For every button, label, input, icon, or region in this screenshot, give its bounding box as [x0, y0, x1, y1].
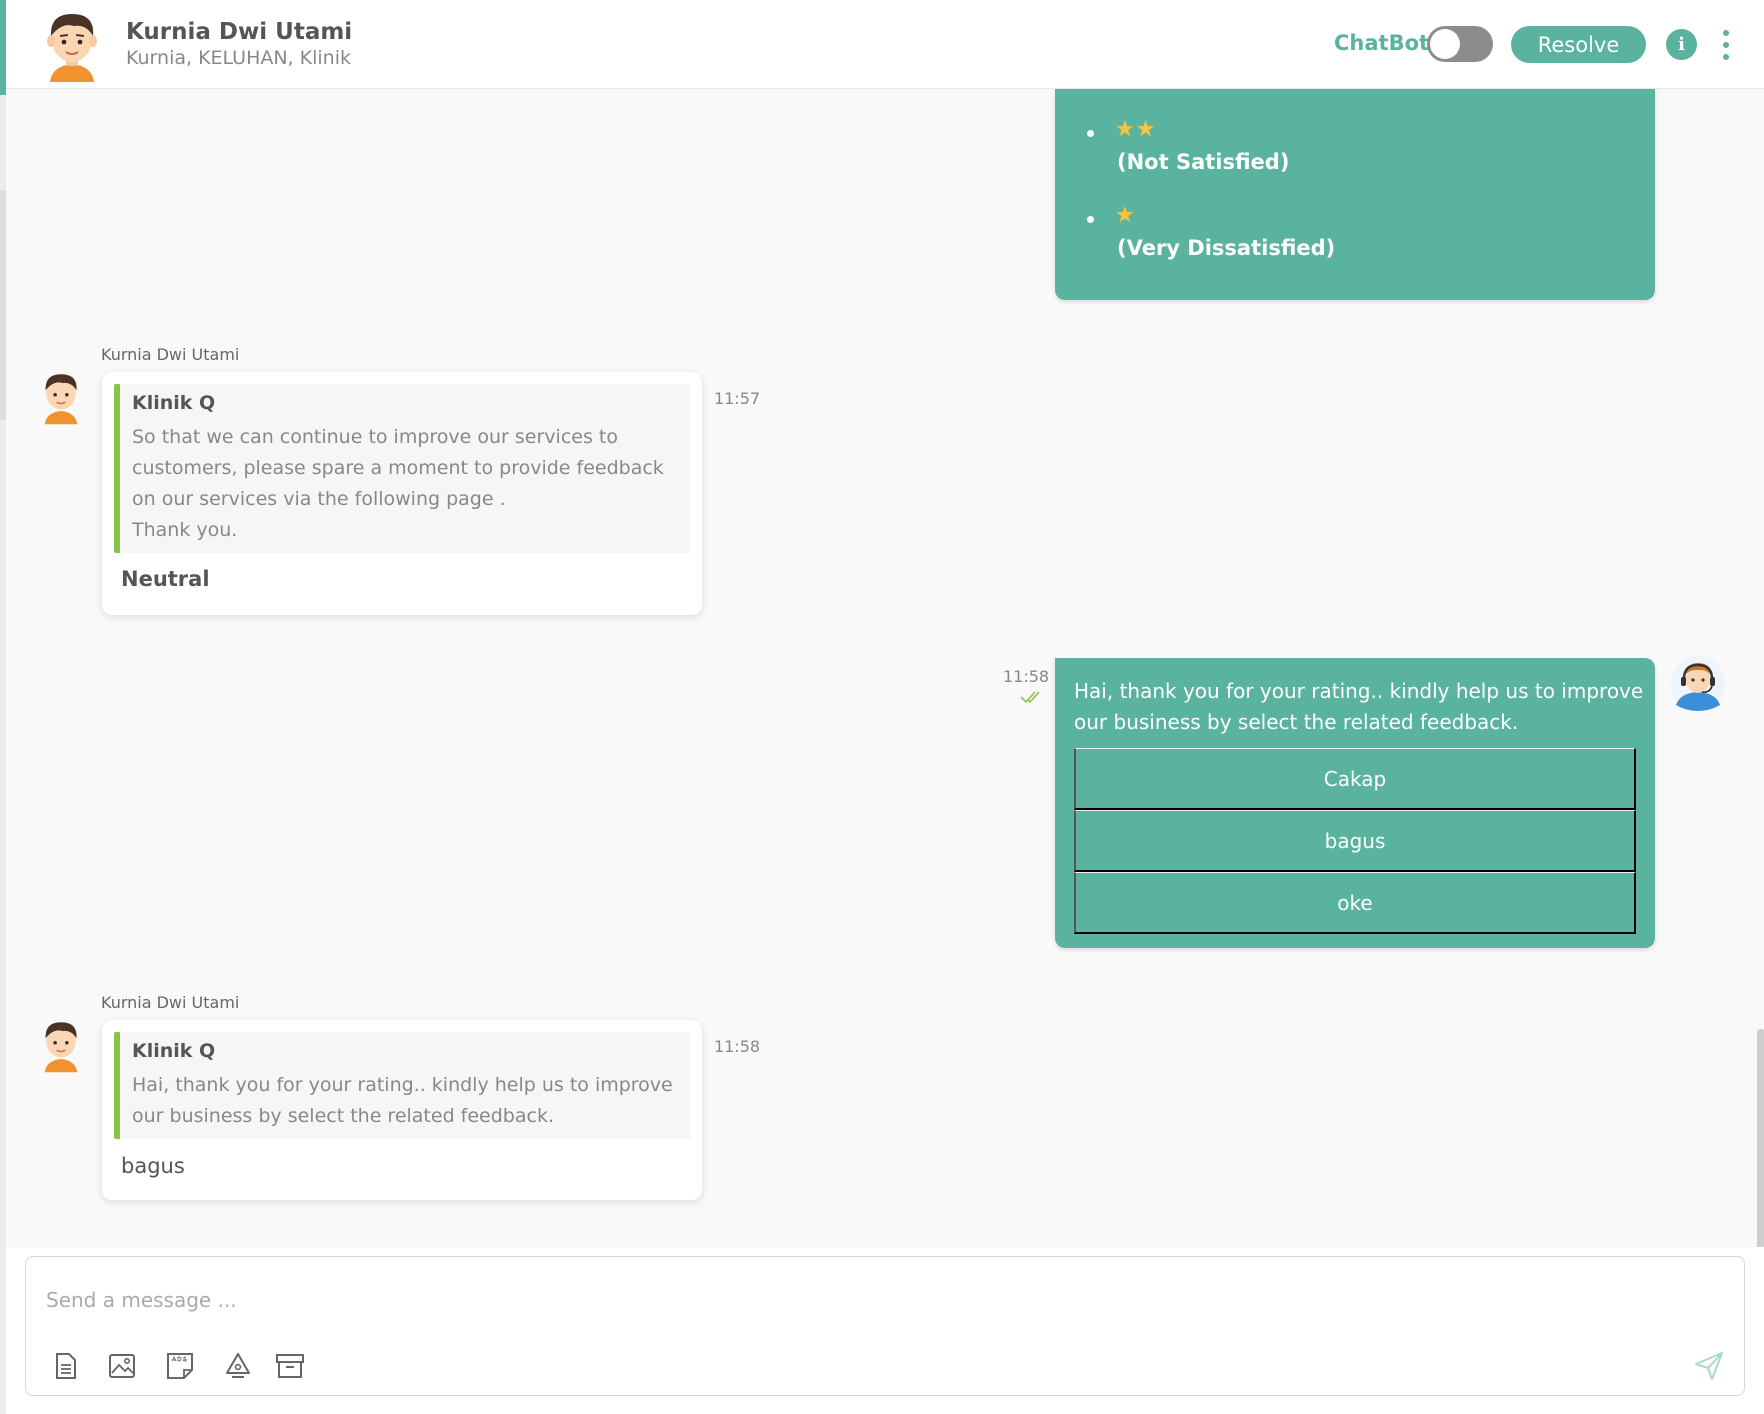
feedback-option-bagus[interactable]: bagus: [1074, 810, 1636, 872]
toggle-knob: [1430, 29, 1460, 59]
contact-subtitle: Kurnia, KELUHAN, Klinik: [126, 47, 352, 69]
incoming-message: Klinik Q So that we can continue to impr…: [102, 372, 702, 615]
rating-label: (Very Dissatisfied): [1117, 236, 1336, 260]
quote-title: Klinik Q: [132, 392, 216, 414]
bullet: [1087, 130, 1094, 137]
contact-avatar-small: [44, 374, 78, 425]
message-composer: [25, 1256, 1745, 1396]
feedback-option-cakap[interactable]: Cakap: [1074, 748, 1636, 810]
read-check-icon: [1020, 691, 1040, 704]
chat-header: Kurnia Dwi Utami Kurnia, KELUHAN, Klinik…: [6, 0, 1764, 89]
sender-name: Kurnia Dwi Utami: [101, 993, 240, 1012]
bullet: [1087, 216, 1094, 223]
reply-text: Neutral: [121, 567, 210, 591]
quoted-message[interactable]: Klinik Q Hai, thank you for your rating.…: [114, 1032, 690, 1139]
resolve-button[interactable]: Resolve: [1511, 26, 1646, 63]
image-icon[interactable]: [105, 1349, 139, 1383]
quote-text: So that we can continue to improve our s…: [132, 426, 664, 541]
document-icon[interactable]: [48, 1349, 82, 1383]
message-time: 11:58: [714, 1037, 761, 1056]
reply-text: bagus: [121, 1154, 185, 1178]
archive-icon[interactable]: [273, 1349, 307, 1383]
outgoing-message: Hai, thank you for your rating.. kindly …: [1055, 658, 1655, 948]
sender-name: Kurnia Dwi Utami: [101, 345, 240, 364]
message-input[interactable]: [46, 1283, 1666, 1317]
star-icon: ★★: [1115, 117, 1157, 142]
message-time: 11:57: [714, 389, 761, 408]
contact-name: Kurnia Dwi Utami: [126, 19, 353, 45]
quote-text: Hai, thank you for your rating.. kindly …: [132, 1074, 673, 1127]
chat-scrollbar[interactable]: [1757, 1029, 1764, 1247]
more-options-icon[interactable]: [1718, 28, 1734, 62]
message-text: Hai, thank you for your rating.. kindly …: [1074, 679, 1644, 734]
ads-sticker-icon[interactable]: [163, 1349, 197, 1383]
info-icon[interactable]: i: [1666, 29, 1697, 60]
rating-label: (Not Satisfied): [1117, 150, 1290, 174]
message-time: 11:58: [1003, 667, 1050, 686]
chat-messages[interactable]: ★★ (Not Satisfied) ★ (Very Dissatisfied)…: [6, 89, 1764, 1247]
chatbot-toggle[interactable]: [1427, 26, 1493, 62]
quoted-message[interactable]: Klinik Q So that we can continue to impr…: [114, 384, 690, 553]
send-icon[interactable]: [1692, 1349, 1726, 1383]
incoming-message: Klinik Q Hai, thank you for your rating.…: [102, 1020, 702, 1200]
agent-avatar: [1671, 656, 1725, 711]
star-icon: ★: [1115, 203, 1136, 228]
rating-options-bubble: ★★ (Not Satisfied) ★ (Very Dissatisfied): [1055, 89, 1655, 300]
contact-avatar[interactable]: [38, 8, 106, 82]
feedback-option-oke[interactable]: oke: [1074, 872, 1636, 934]
drive-icon[interactable]: [221, 1349, 255, 1383]
quote-title: Klinik Q: [132, 1040, 216, 1062]
contact-avatar-small: [44, 1022, 78, 1073]
chatbot-label: ChatBot: [1334, 31, 1430, 55]
